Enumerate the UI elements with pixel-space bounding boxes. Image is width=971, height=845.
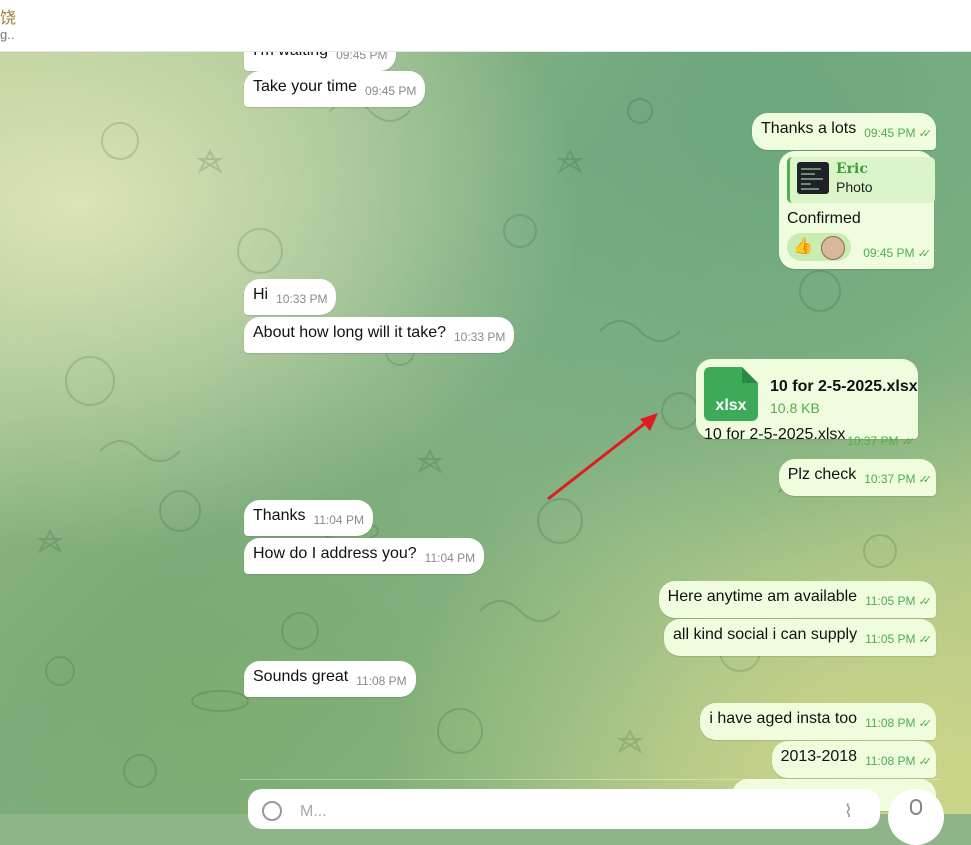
chat-area[interactable]: I'm waiting 09:45 PM Take your time 09:45 … <box>0 51 971 814</box>
xlsx-file-icon[interactable]: xlsx <box>704 367 758 421</box>
reactions-pill[interactable]: 👍 <box>787 233 851 261</box>
microphone-button[interactable] <box>888 789 944 845</box>
message-text: Thanks a lots <box>761 120 857 137</box>
message-text: Take your time <box>253 78 358 95</box>
read-checkmarks-icon: ✓✓ <box>918 128 933 140</box>
message-time: 11:04 PM <box>424 551 476 565</box>
message-input[interactable]: M... <box>300 803 327 821</box>
reactor-avatar <box>821 236 845 260</box>
microphone-icon <box>910 799 922 815</box>
message-time: 09:45 PM ✓✓ <box>864 126 933 140</box>
message-outgoing[interactable]: all kind social i can supply 11:05 PM ✓✓ <box>663 619 936 656</box>
message-outgoing[interactable]: Plz check 10:37 PM ✓✓ <box>778 459 936 496</box>
message-time: 09:45 PM <box>336 51 388 62</box>
message-incoming[interactable]: Thanks 11:04 PM <box>244 500 373 536</box>
message-incoming[interactable]: I'm waiting 09:45 PM <box>244 51 397 71</box>
message-incoming[interactable]: Take your time 09:45 PM <box>244 71 426 107</box>
file-size: 10.8 KB <box>770 400 820 416</box>
message-text: Confirmed <box>787 210 861 227</box>
message-outgoing[interactable]: Here anytime am available 11:05 PM ✓✓ <box>658 581 936 618</box>
message-time: 11:05 PM ✓✓ <box>865 594 933 608</box>
message-text: all kind social i can supply <box>672 626 858 643</box>
read-checkmarks-icon: ✓✓ <box>918 756 933 768</box>
thumbs-up-reaction-icon: 👍 <box>793 238 813 255</box>
message-composer[interactable]: M... ⌇ <box>248 789 880 829</box>
message-time: 11:08 PM <box>356 674 407 688</box>
message-text: Sounds great <box>253 668 349 685</box>
reply-preview[interactable]: Eric Photo <box>787 157 935 203</box>
chat-header: 饶 g.. <box>0 0 971 52</box>
message-incoming[interactable]: About how long will it take? 10:33 PM <box>244 317 515 353</box>
attach-icon[interactable]: ⌇ <box>844 801 853 822</box>
composer-divider <box>240 779 940 780</box>
message-time: 11:05 PM ✓✓ <box>865 632 933 646</box>
reply-author: Eric <box>836 161 868 177</box>
read-checkmarks-icon: ✓✓ <box>918 718 933 730</box>
message-text: How do I address you? <box>253 545 417 562</box>
message-text: I'm waiting <box>253 51 328 59</box>
message-outgoing[interactable]: i have aged insta too 11:08 PM ✓✓ <box>700 703 936 740</box>
reply-text: Photo <box>836 179 873 195</box>
message-time: 11:08 PM ✓✓ <box>865 754 933 768</box>
message-time: 11:04 PM <box>313 513 364 527</box>
message-time: 09:45 PM <box>365 84 417 98</box>
read-checkmarks-icon: ✓✓ <box>918 474 933 486</box>
message-text: i have aged insta too <box>709 710 858 727</box>
message-time: 09:45 PM ✓✓ <box>863 246 932 260</box>
message-time: 11:08 PM ✓✓ <box>865 716 933 730</box>
read-checkmarks-icon: ✓✓ <box>918 596 933 608</box>
message-text: Here anytime am available <box>667 588 858 605</box>
photo-thumbnail <box>797 162 829 194</box>
message-incoming[interactable]: How do I address you? 11:04 PM <box>244 538 485 574</box>
message-incoming[interactable]: Sounds great 11:08 PM <box>244 661 416 697</box>
message-text: Thanks <box>253 507 306 524</box>
message-time: 10:33 PM <box>454 330 506 344</box>
read-checkmarks-icon: ✓✓ <box>901 436 916 448</box>
file-name[interactable]: 10 for 2-5-2025.xlsx <box>770 377 918 397</box>
message-outgoing[interactable]: Thanks a lots 09:45 PM ✓✓ <box>752 113 936 150</box>
message-incoming[interactable]: Hi 10:33 PM <box>244 279 337 315</box>
message-text: About how long will it take? <box>253 324 446 341</box>
read-checkmarks-icon: ✓✓ <box>918 634 933 646</box>
message-time: 10:37 PM ✓✓ <box>864 472 933 486</box>
message-time: 10:37 PM ✓✓ <box>847 434 916 448</box>
file-caption: 10 for 2-5-2025.xlsx <box>704 426 846 443</box>
contact-avatar[interactable]: 饶 <box>0 4 16 28</box>
message-outgoing-file[interactable]: xlsx 10 for 2-5-2025.xlsx 10.8 KB 10 for… <box>696 359 918 448</box>
message-outgoing[interactable]: Eric Photo Confirmed 👍 09:45 PM ✓✓ <box>779 151 935 269</box>
message-text: 2013-2018 <box>780 748 858 765</box>
message-text: Plz check <box>787 466 857 483</box>
emoji-icon[interactable] <box>262 801 282 821</box>
message-time: 10:33 PM <box>276 292 328 306</box>
message-outgoing[interactable]: 2013-2018 11:08 PM ✓✓ <box>771 741 936 778</box>
contact-status: g.. <box>0 27 15 42</box>
message-text: Hi <box>253 286 269 303</box>
read-checkmarks-icon: ✓✓ <box>917 248 932 260</box>
